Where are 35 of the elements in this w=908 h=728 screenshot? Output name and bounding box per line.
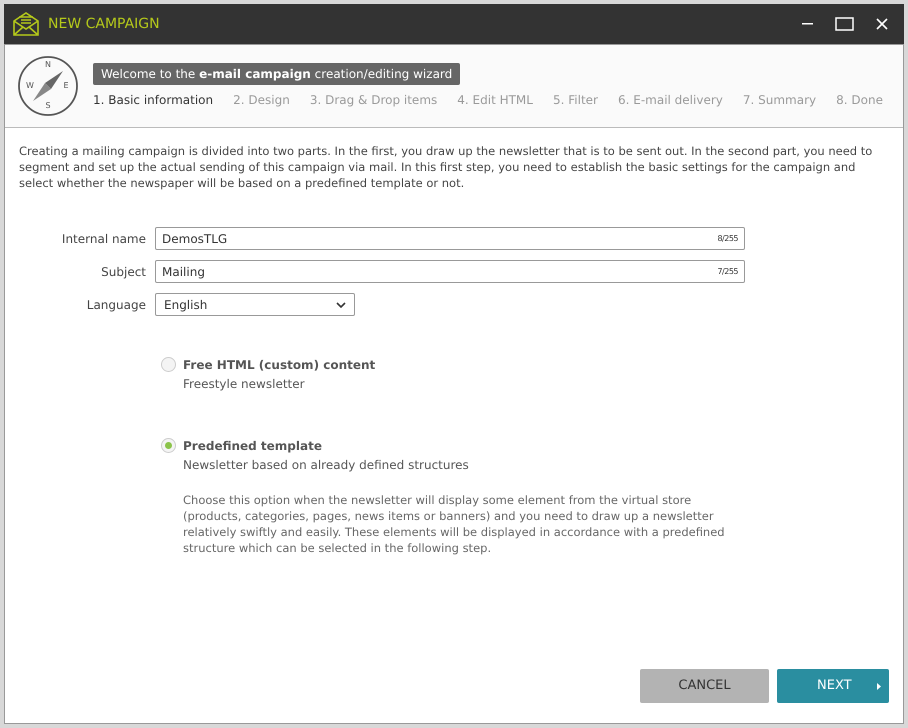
option-subtitle: Newsletter based on already defined structures xyxy=(183,457,470,474)
language-dropdown[interactable]: English xyxy=(155,293,355,316)
wizard-step[interactable]: 6. E-mail delivery xyxy=(618,91,723,109)
close-icon[interactable] xyxy=(876,18,888,30)
envelope-icon xyxy=(12,11,40,37)
maximize-icon[interactable] xyxy=(835,17,854,31)
welcome-banner: Welcome to the e-mail campaign creation/editing wizard xyxy=(93,63,460,85)
wizard-step[interactable]: 3. Drag & Drop items xyxy=(310,91,438,109)
text-field[interactable]: DemosTLG 8/255 xyxy=(155,227,745,250)
next-button[interactable]: NEXT xyxy=(777,669,889,703)
window-title: NEW CAMPAIGN xyxy=(48,14,160,34)
text-field[interactable]: Mailing 7/255 xyxy=(155,260,745,283)
chevron-down-icon xyxy=(336,302,346,308)
intro-text: Creating a mailing campaign is divided into two parts. In the first, you draw up the newsletter that is to be sent out. In the second part, you need to segment and set up the actual sending of this campaign via mail. In this first step, you need to establish the basic settings for the campaign and select whether the newspaper will be based on a predefined template or not. xyxy=(18,143,874,191)
wizard-step[interactable]: 2. Design xyxy=(233,91,290,109)
character-counter: 8/255 xyxy=(717,232,738,244)
option-description: Choose this option when the newsletter will display some element from the virtual store (products, categories, pages, news items or banners) and you need to draw up a newsletter relatively swiftly and easily. These elements will be displayed in accordance with a predefined structure which can be selected in the following step. xyxy=(183,492,726,556)
wizard-step[interactable]: 4. Edit HTML xyxy=(457,91,533,109)
compass-icon: N E S W xyxy=(17,55,79,117)
option-title: Free HTML (custom) content xyxy=(183,357,376,374)
option-title: Predefined template xyxy=(183,438,323,455)
option-subtitle: Freestyle newsletter xyxy=(183,376,306,393)
field-label: Internal name xyxy=(60,230,147,248)
wizard-step[interactable]: 7. Summary xyxy=(742,91,816,109)
character-counter: 7/255 xyxy=(717,266,738,278)
wizard-step[interactable]: 1. Basic information xyxy=(93,91,214,109)
wizard-step[interactable]: 8. Done xyxy=(836,91,883,109)
caret-right-icon xyxy=(877,682,881,690)
radio-button[interactable] xyxy=(161,438,176,453)
radio-button[interactable] xyxy=(161,357,176,372)
field-label: Language xyxy=(86,296,147,314)
minimize-icon[interactable] xyxy=(802,22,813,26)
wizard-step[interactable]: 5. Filter xyxy=(552,91,598,109)
field-label: Subject xyxy=(100,264,147,280)
cancel-button[interactable]: CANCEL xyxy=(640,669,769,703)
